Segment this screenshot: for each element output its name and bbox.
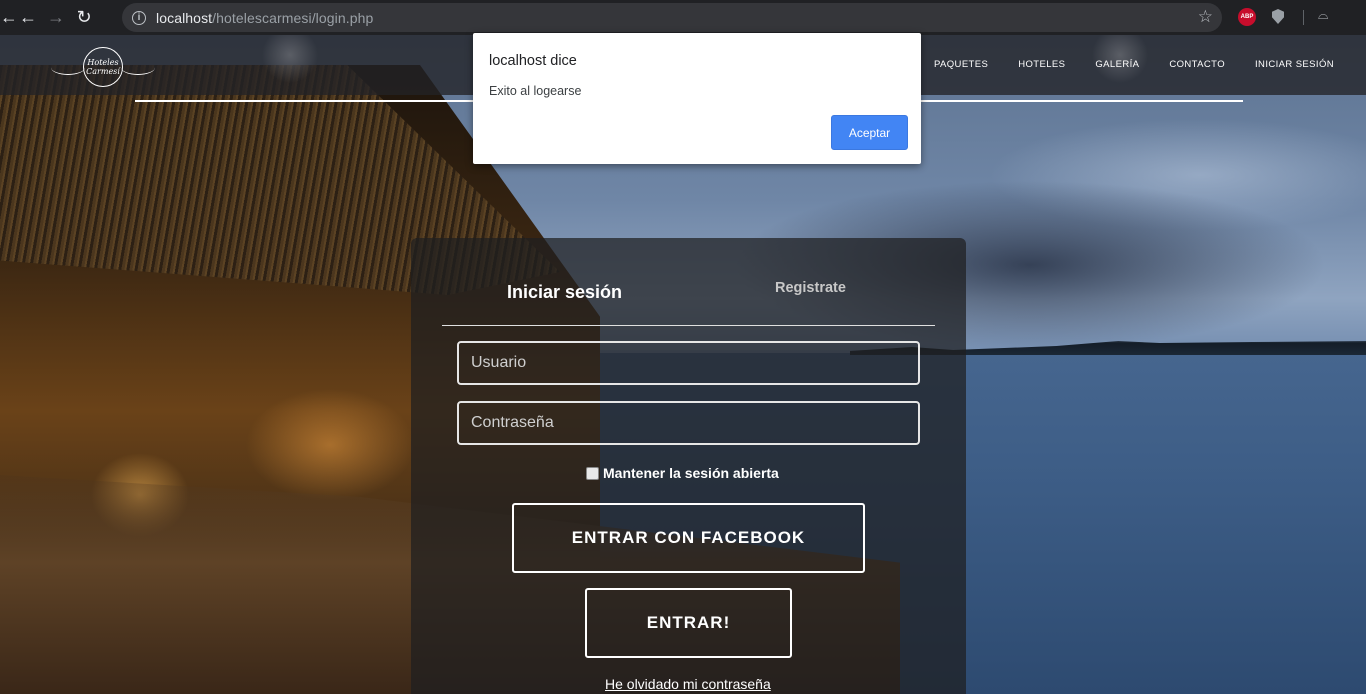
logo-wing-left: [51, 60, 85, 75]
remember-label: Mantener la sesión abierta: [603, 465, 779, 481]
abp-icon[interactable]: ABP: [1238, 8, 1256, 26]
remember-checkbox[interactable]: [586, 466, 599, 480]
url-text[interactable]: localhost/hotelescarmesi/login.php: [156, 10, 373, 26]
dialog-ok-button[interactable]: Aceptar: [831, 115, 908, 150]
logo-text-1: Hoteles: [87, 58, 119, 67]
facebook-login-button[interactable]: ENTRAR CON FACEBOOK: [512, 503, 865, 573]
nav-item-hoteles[interactable]: HOTELES: [1018, 59, 1065, 70]
username-input[interactable]: [457, 341, 920, 385]
forgot-password-link[interactable]: He olvidado mi contraseña: [605, 676, 771, 692]
abp-label: ABP: [1240, 14, 1254, 20]
nav-item-contacto[interactable]: CONTACTO: [1169, 59, 1225, 70]
enter-button[interactable]: ENTRAR!: [585, 588, 792, 658]
dialog-message: Exito al logearse: [489, 84, 582, 98]
nav-item-galeria[interactable]: GALERÍA: [1095, 59, 1139, 70]
arrow-right-icon: →: [47, 7, 65, 27]
dialog-title: localhost dice: [489, 53, 577, 69]
main-nav: ES PAQUETES HOTELES GALERÍA CONTACTO INI…: [861, 59, 1334, 70]
forward-button[interactable]: →: [42, 4, 70, 32]
incognito-icon[interactable]: ⌓: [1318, 8, 1328, 23]
nav-item-iniciar-sesion[interactable]: INICIAR SESIÓN: [1255, 59, 1334, 70]
nav-item-paquetes[interactable]: PAQUETES: [934, 59, 988, 70]
back-button[interactable]: ←: [14, 4, 42, 32]
address-bar[interactable]: i localhost/hotelescarmesi/login.php ☆: [122, 3, 1222, 32]
logo-wing-right: [121, 60, 155, 75]
partial-back-icon[interactable]: ←: [0, 4, 14, 32]
tab-divider: [442, 325, 935, 326]
toolbar-divider: [1303, 10, 1304, 25]
logo-circle: Hoteles Carmesí: [83, 47, 123, 87]
arrow-left-icon: ←: [19, 7, 37, 27]
reload-icon: ↻: [76, 7, 92, 27]
url-path: /hotelescarmesi/login.php: [212, 9, 374, 26]
tab-login[interactable]: Iniciar sesión: [507, 282, 622, 303]
password-input[interactable]: [457, 401, 920, 445]
browser-toolbar: ← ← → ↻ i localhost/hotelescarmesi/login…: [0, 0, 1366, 35]
tab-register[interactable]: Registrate: [775, 280, 846, 296]
login-panel: Iniciar sesión Registrate Mantener la se…: [411, 238, 966, 694]
shield-icon[interactable]: [1272, 9, 1284, 24]
alert-dialog: localhost dice Exito al logearse Aceptar: [473, 33, 921, 164]
logo-text-2: Carmesí: [86, 67, 120, 76]
site-logo[interactable]: Hoteles Carmesí: [48, 45, 158, 89]
url-host: localhost: [156, 9, 213, 26]
reload-button[interactable]: ↻: [70, 4, 98, 32]
remember-session[interactable]: Mantener la sesión abierta: [586, 465, 779, 481]
info-icon[interactable]: i: [132, 10, 146, 25]
bookmark-star-icon[interactable]: ☆: [1198, 7, 1213, 27]
